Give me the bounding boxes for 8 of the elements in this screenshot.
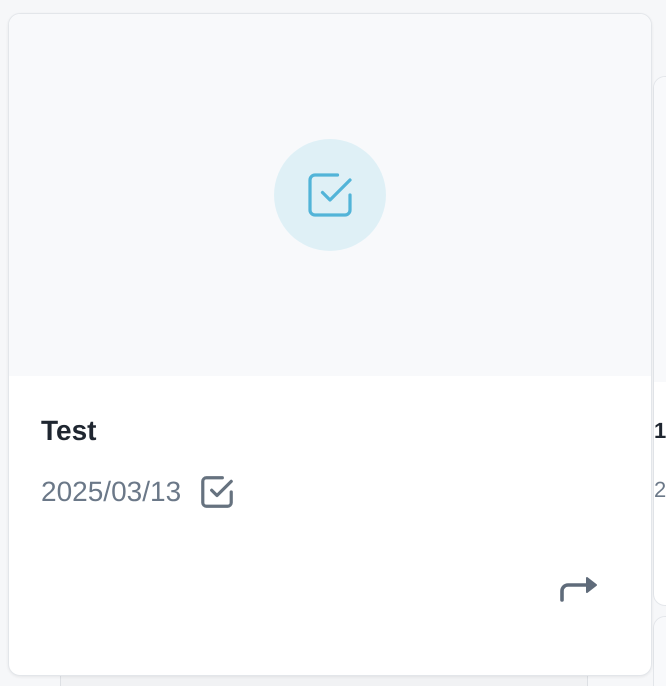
card-date: 2025/03/13 — [41, 475, 182, 509]
checkbox-icon — [201, 476, 234, 508]
card-title: Test — [41, 414, 98, 448]
share-button[interactable] — [560, 576, 598, 602]
forward-arrow-icon — [560, 576, 598, 602]
card-date: 2 — [654, 476, 666, 504]
checkbox-icon — [274, 139, 386, 251]
card-title: 1 — [654, 417, 666, 445]
